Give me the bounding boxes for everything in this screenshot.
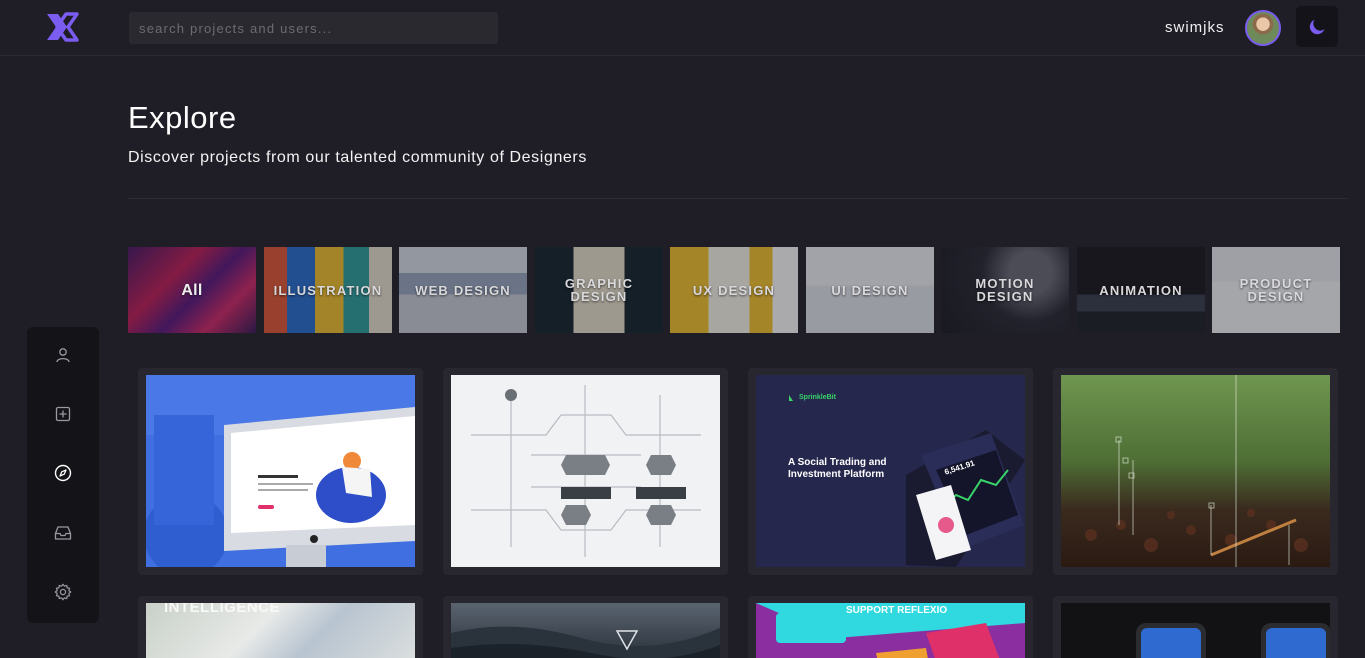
project-thumbnail	[451, 603, 720, 658]
category-motion-design[interactable]: MOTION DESIGN	[941, 247, 1069, 333]
gear-icon	[54, 583, 72, 601]
avatar[interactable]	[1245, 10, 1281, 46]
category-label: PRODUCT DESIGN	[1239, 276, 1313, 304]
project-brand: SprinkleBit	[799, 394, 836, 401]
compass-icon	[54, 464, 72, 482]
project-card[interactable]: SUPPORT REFLEXIO	[748, 596, 1033, 658]
divider	[128, 198, 1348, 199]
category-label: UX DESIGN	[692, 282, 776, 298]
category-label: GRAPHIC DESIGN	[564, 276, 634, 304]
inbox-icon	[54, 526, 72, 540]
user-icon	[56, 348, 70, 363]
nav-profile-button[interactable]	[27, 335, 99, 375]
category-all[interactable]: All	[128, 247, 256, 333]
category-animation[interactable]: ANIMATION	[1077, 247, 1205, 333]
search-input[interactable]	[129, 12, 498, 44]
project-card[interactable]: SprinkleBit A Social Trading and Investm…	[748, 368, 1033, 575]
top-bar: swimjks	[0, 0, 1365, 56]
theme-toggle-button[interactable]	[1296, 6, 1338, 47]
category-label: UI DESIGN	[831, 282, 909, 298]
project-card[interactable]: INTELLIGENCE	[138, 596, 423, 658]
project-headline: INTELLIGENCE	[164, 603, 281, 616]
category-product-design[interactable]: PRODUCT DESIGN	[1212, 247, 1340, 333]
username-label[interactable]: swimjks	[1165, 19, 1225, 36]
category-ui-design[interactable]: UI DESIGN	[806, 247, 934, 333]
page-subtitle: Discover projects from our talented comm…	[128, 149, 587, 166]
category-label: ILLUSTRATION	[273, 282, 383, 298]
project-thumbnail	[451, 375, 720, 567]
category-illustration[interactable]: ILLUSTRATION	[264, 247, 392, 333]
category-label: ANIMATION	[1099, 282, 1183, 298]
nav-inbox-button[interactable]	[27, 513, 99, 553]
category-label: WEB DESIGN	[415, 282, 511, 298]
nav-explore-button[interactable]	[27, 453, 99, 493]
project-card[interactable]	[443, 596, 728, 658]
project-thumbnail: SprinkleBit A Social Trading and Investm…	[756, 375, 1025, 567]
category-label: MOTION DESIGN	[975, 276, 1035, 304]
side-navigation	[27, 327, 99, 623]
moon-icon	[1309, 19, 1325, 34]
project-card[interactable]	[1053, 368, 1338, 575]
project-headline: SUPPORT REFLEXIO	[846, 605, 948, 616]
category-ux-design[interactable]: UX DESIGN	[670, 247, 798, 333]
category-web-design[interactable]: WEB DESIGN	[399, 247, 527, 333]
category-label: All	[181, 281, 203, 299]
project-thumbnail	[1061, 603, 1330, 658]
nav-settings-button[interactable]	[27, 572, 99, 612]
project-thumbnail: SUPPORT REFLEXIO	[756, 603, 1025, 658]
page-title: Explore	[128, 100, 237, 135]
category-graphic-design[interactable]: GRAPHIC DESIGN	[535, 247, 663, 333]
project-card[interactable]	[1053, 596, 1338, 658]
brand-logo-icon[interactable]	[44, 10, 80, 44]
plus-square-icon	[55, 406, 71, 422]
project-thumbnail: INTELLIGENCE	[146, 603, 415, 658]
project-thumbnail	[1061, 375, 1330, 567]
project-headline: A Social Trading and Investment Platform	[788, 457, 887, 480]
project-card[interactable]	[443, 368, 728, 575]
project-card[interactable]	[138, 368, 423, 575]
project-thumbnail	[146, 375, 415, 567]
nav-create-button[interactable]	[27, 394, 99, 434]
